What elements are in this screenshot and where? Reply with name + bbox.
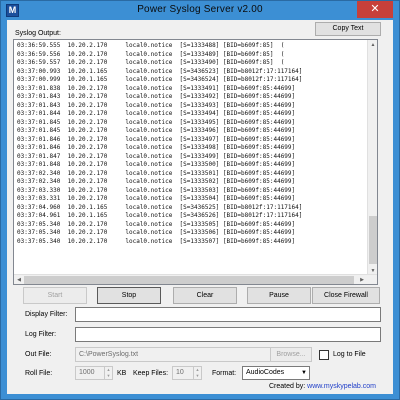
log-line: 03:37:04.961 10.20.1.165 local0.notice [… [17, 212, 303, 219]
keep-files-spinner[interactable]: 10 ▲ ▼ [172, 366, 202, 380]
copy-text-button[interactable]: Copy Text [315, 22, 381, 36]
log-lines: 03:36:59.555 10.20.2.170 local0.notice [… [17, 42, 365, 246]
close-window-button[interactable]: ✕ [357, 1, 393, 18]
log-line: 03:37:05.340 10.20.2.170 local0.notice [… [17, 220, 296, 228]
keep-files-label: Keep Files: [133, 370, 169, 377]
format-select[interactable]: AudioCodes ▼ [242, 366, 310, 380]
scroll-up-icon[interactable]: ▲ [368, 40, 377, 50]
log-line: 03:37:04.960 10.20.1.165 local0.notice [… [17, 203, 303, 211]
vertical-scroll-thumb[interactable] [369, 216, 377, 264]
out-file-input[interactable]: C:\PowerSyslog.txt [75, 347, 272, 362]
chevron-down-icon[interactable]: ▼ [301, 367, 307, 379]
log-line: 03:37:01.843 10.20.2.170 local0.notice [… [17, 93, 296, 100]
app-window: M Power Syslog Server v2.00 ✕ Copy Text … [0, 0, 400, 400]
main-panel: Copy Text Syslog Output: 03:36:59.555 10… [7, 20, 393, 394]
log-line: 03:36:59.555 10.20.2.170 local0.notice [… [17, 42, 285, 49]
keep-spin-down-icon[interactable]: ▼ [194, 373, 201, 379]
roll-file-size-spinner[interactable]: 1000 ▲ ▼ [75, 366, 113, 380]
log-to-file-checkbox[interactable] [319, 350, 329, 360]
footer-url-link[interactable]: www.myskypelab.com [307, 383, 376, 390]
scroll-right-icon[interactable]: ▶ [357, 275, 367, 284]
horizontal-scrollbar[interactable]: ◀ ▶ [14, 274, 377, 284]
log-line: 03:37:01.843 10.20.2.170 local0.notice [… [17, 101, 296, 109]
window-title: Power Syslog Server v2.00 [137, 4, 263, 15]
log-line: 03:37:05.340 10.20.2.170 local0.notice [… [17, 229, 296, 236]
log-filter-label: Log Filter: [25, 331, 57, 338]
display-filter-input[interactable] [75, 307, 381, 322]
keep-spin-arrows[interactable]: ▲ ▼ [193, 367, 201, 379]
stop-button[interactable]: Stop [97, 287, 161, 304]
log-line: 03:37:00.993 10.20.1.165 local0.notice [… [17, 67, 303, 75]
clear-button[interactable]: Clear [173, 287, 237, 304]
log-line: 03:36:59.556 10.20.2.170 local0.notice [… [17, 50, 285, 58]
roll-file-label: Roll File: [25, 370, 53, 377]
log-line: 03:37:01.845 10.20.2.170 local0.notice [… [17, 127, 296, 134]
log-filter-input[interactable] [75, 327, 381, 342]
scroll-left-icon[interactable]: ◀ [14, 275, 24, 284]
log-line: 03:37:01.844 10.20.2.170 local0.notice [… [17, 110, 296, 117]
log-line: 03:37:01.847 10.20.2.170 local0.notice [… [17, 152, 296, 160]
out-file-label: Out File: [25, 351, 52, 358]
pause-button[interactable]: Pause [247, 287, 311, 304]
roll-file-size-value: 1000 [79, 369, 95, 376]
syslog-output-textarea[interactable]: 03:36:59.555 10.20.2.170 local0.notice [… [13, 39, 378, 285]
log-line: 03:37:01.846 10.20.2.170 local0.notice [… [17, 144, 296, 151]
horizontal-scroll-thumb[interactable] [24, 276, 354, 284]
log-line: 03:37:02.340 10.20.2.170 local0.notice [… [17, 169, 296, 177]
vertical-scrollbar[interactable]: ▲ ▼ [367, 40, 377, 276]
keep-files-value: 10 [176, 369, 184, 376]
format-value: AudioCodes [246, 369, 285, 376]
display-filter-label: Display Filter: [25, 311, 68, 318]
log-line: 03:37:01.838 10.20.2.170 local0.notice [… [17, 84, 296, 92]
footer-prefix: Created by: [269, 383, 306, 390]
spin-arrows[interactable]: ▲ ▼ [104, 367, 112, 379]
start-button[interactable]: Start [23, 287, 87, 304]
title-bar[interactable]: M Power Syslog Server v2.00 ✕ [1, 1, 399, 20]
log-line: 03:37:00.999 10.20.1.165 local0.notice [… [17, 76, 303, 83]
log-to-file-label: Log to File [333, 351, 366, 358]
browse-button[interactable]: Browse... [270, 347, 312, 362]
close-firewall-button[interactable]: Close Firewall [312, 287, 380, 304]
log-line: 03:37:03.331 10.20.2.170 local0.notice [… [17, 195, 296, 202]
syslog-output-label: Syslog Output: [15, 30, 61, 37]
log-line: 03:37:01.845 10.20.2.170 local0.notice [… [17, 118, 296, 126]
log-line: 03:37:02.340 10.20.2.170 local0.notice [… [17, 178, 296, 185]
spin-down-icon[interactable]: ▼ [105, 373, 112, 379]
log-line: 03:37:01.846 10.20.2.170 local0.notice [… [17, 135, 296, 143]
log-line: 03:37:01.848 10.20.2.170 local0.notice [… [17, 161, 296, 168]
roll-file-unit: KB [117, 370, 127, 377]
log-line: 03:37:05.340 10.20.2.170 local0.notice [… [17, 237, 296, 245]
log-line: 03:36:59.557 10.20.2.170 local0.notice [… [17, 59, 285, 66]
format-label: Format: [212, 370, 237, 377]
log-line: 03:37:03.330 10.20.2.170 local0.notice [… [17, 186, 296, 194]
footer-credit: Created by: www.myskypelab.com [269, 383, 376, 390]
